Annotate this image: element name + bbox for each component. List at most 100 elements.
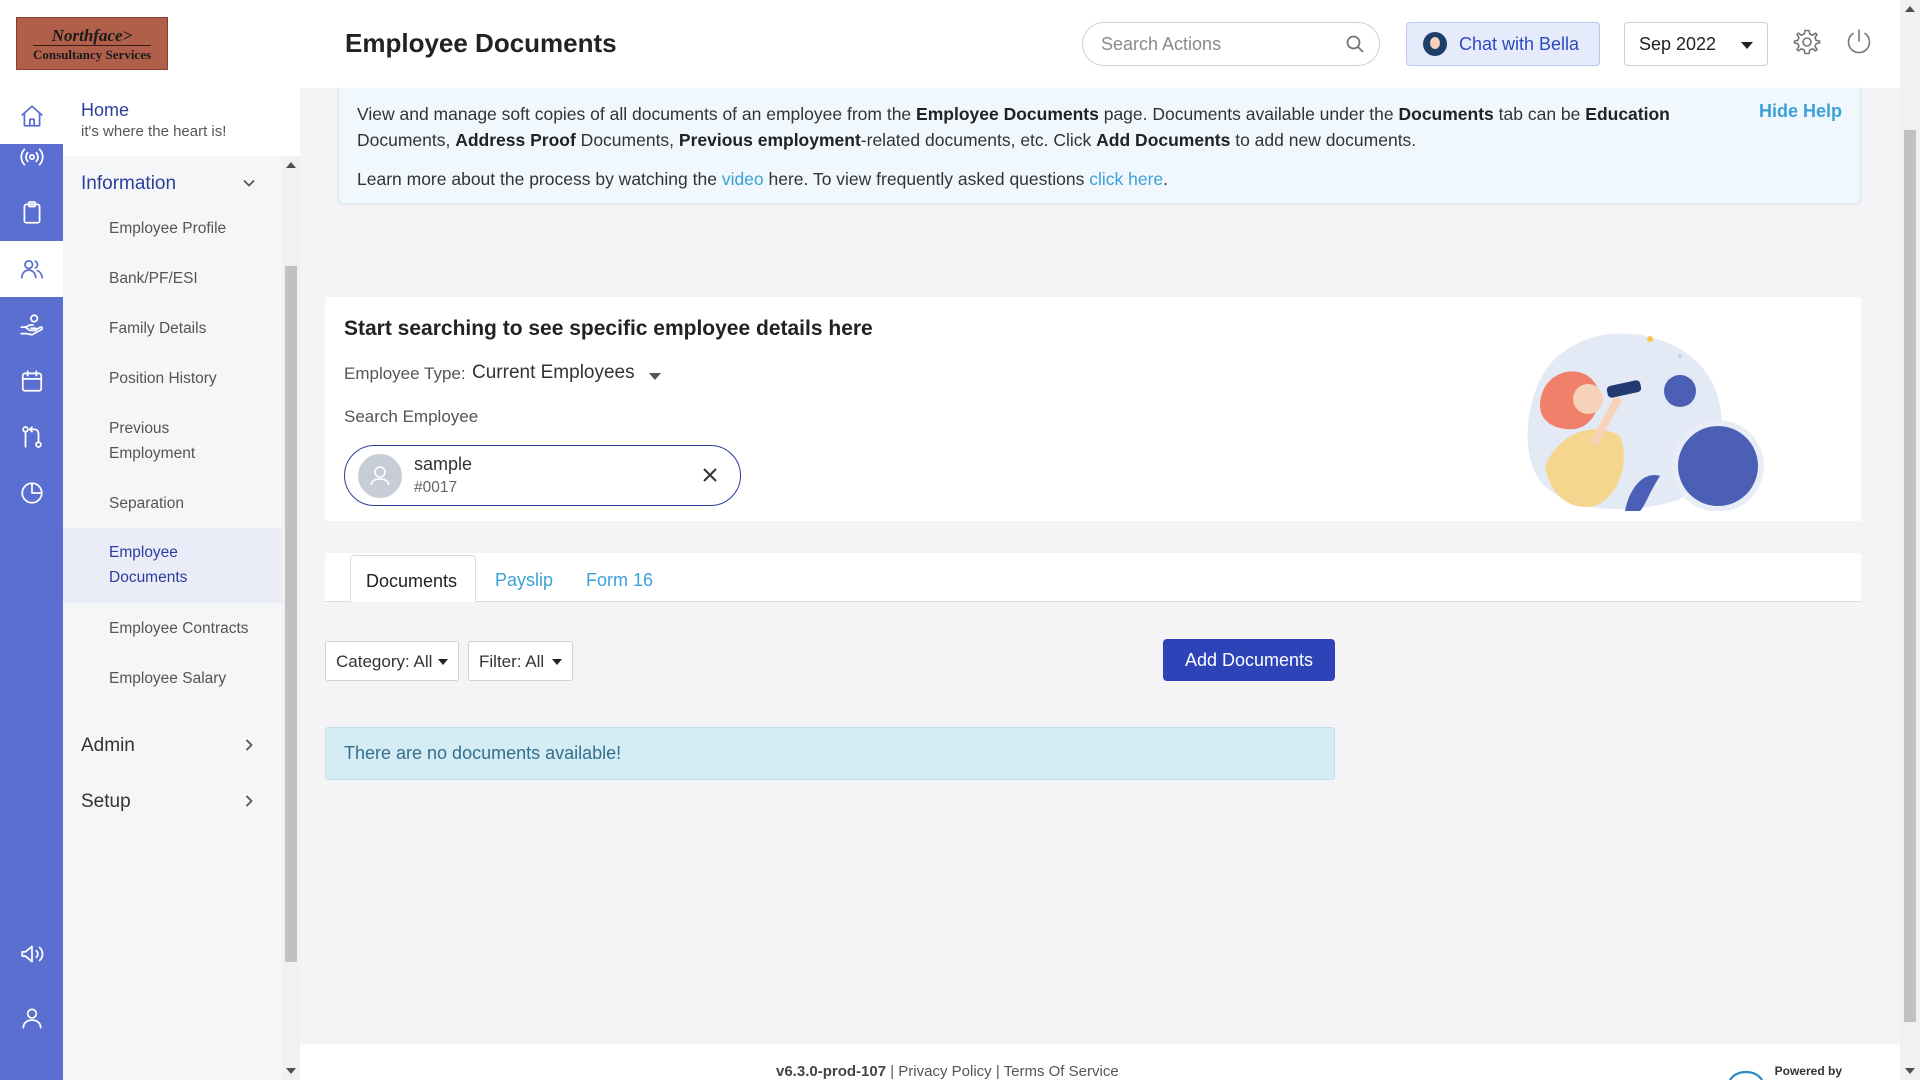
employee-type-label: Employee Type:	[344, 364, 466, 383]
help-banner: View and manage soft copies of all docum…	[338, 88, 1861, 204]
scroll-down-arrow[interactable]	[286, 1068, 296, 1074]
chat-button-label: Chat with Bella	[1459, 33, 1580, 54]
chevron-right-icon[interactable]	[242, 794, 254, 807]
sidebar-section-admin[interactable]: Admin	[81, 735, 135, 757]
rail-calendar[interactable]	[0, 353, 63, 409]
sidebar-item-separation[interactable]: Separation	[63, 491, 282, 516]
sidebar-home[interactable]: Home it's where the heart is!	[63, 88, 300, 156]
month-selector-value: Sep 2022	[1639, 34, 1717, 54]
calendar-icon	[21, 370, 42, 392]
sidebar-home-subtitle: it's where the heart is!	[81, 123, 227, 140]
status-filter[interactable]: Filter: All	[468, 641, 573, 681]
category-filter-value: Category: All	[336, 652, 433, 671]
rail-broadcast[interactable]	[0, 129, 63, 185]
video-link[interactable]: video	[722, 169, 764, 189]
top-header: Employee Documents Chat with Bella Sep 2…	[300, 0, 1900, 88]
app-version: v6.3.0-prod-107	[776, 1063, 887, 1080]
sidebar-item-position-history[interactable]: Position History	[63, 366, 282, 391]
rail-workflow[interactable]	[0, 409, 63, 465]
footer: v6.3.0-prod-107 | Privacy Policy | Terms…	[300, 1044, 1900, 1080]
people-icon	[20, 260, 43, 279]
sidebar-item-bank-pf-esi[interactable]: Bank/PF/ESI	[63, 266, 282, 291]
chevron-right-icon[interactable]	[242, 738, 254, 751]
help-text-line2: Documents, Address Proof Documents, Prev…	[357, 130, 1417, 150]
power-icon[interactable]	[1844, 27, 1874, 57]
employee-search-card: Start searching to see specific employee…	[325, 297, 1861, 521]
rail-people[interactable]	[0, 241, 63, 297]
footer-links: v6.3.0-prod-107 | Privacy Policy | Terms…	[776, 1063, 1119, 1080]
sidebar-item-employee-documents[interactable]: Employee Documents	[63, 528, 282, 603]
user-icon	[21, 1008, 42, 1029]
search-illustration	[1445, 311, 1775, 512]
sidebar-scrollbar-thumb[interactable]	[285, 266, 297, 962]
sidebar-item-employee-contracts[interactable]: Employee Contracts	[63, 616, 282, 641]
search-icon[interactable]	[1345, 34, 1365, 54]
rail-clipboard[interactable]	[0, 185, 63, 241]
page-scrollbar-thumb[interactable]	[1904, 130, 1916, 1022]
company-logo[interactable]: Northface> Consultancy Services	[16, 17, 168, 70]
broadcast-icon	[20, 148, 43, 166]
sidebar-item-employee-profile[interactable]: Employee Profile	[63, 216, 282, 241]
rail-pie-chart[interactable]	[0, 465, 63, 521]
employee-type-dropdown[interactable]: Current Employees	[472, 362, 635, 384]
add-documents-button[interactable]: Add Documents	[1163, 639, 1335, 681]
sidebar-scrollbar[interactable]	[282, 156, 300, 1080]
powered-by-label: Powered by	[1774, 1064, 1842, 1078]
sidebar-section-information[interactable]: Information	[81, 173, 176, 195]
sidebar-item-family-details[interactable]: Family Details	[63, 316, 282, 341]
sidebar-section-setup[interactable]: Setup	[81, 791, 131, 813]
hide-help-link[interactable]: Hide Help	[1759, 101, 1842, 122]
chevron-down-icon[interactable]	[242, 176, 255, 188]
help-text-line1: View and manage soft copies of all docum…	[357, 104, 1670, 124]
tab-documents[interactable]: Documents	[350, 555, 476, 602]
employee-name: sample	[414, 454, 473, 474]
rail-profile[interactable]	[0, 990, 63, 1046]
document-tabs: Documents Payslip Form 16	[325, 553, 1861, 602]
scroll-up-arrow[interactable]	[1905, 6, 1915, 12]
logo-text-line2: Consultancy Services	[32, 44, 152, 62]
sidebar-item-employee-salary[interactable]: Employee Salary	[63, 666, 282, 691]
workflow-icon	[21, 426, 42, 448]
caret-down-icon	[1741, 42, 1753, 49]
sidebar-item-previous-employment[interactable]: Previous Employment	[63, 416, 282, 466]
rail-announcements[interactable]	[0, 926, 63, 982]
help-text-line3: Learn more about the process by watching…	[357, 169, 1169, 189]
status-filter-value: Filter: All	[479, 652, 545, 671]
employee-id: #0017	[414, 479, 458, 496]
megaphone-icon	[20, 945, 43, 963]
scroll-down-arrow[interactable]	[1905, 1068, 1915, 1074]
clipboard-icon	[23, 201, 40, 224]
chat-with-bella-button[interactable]: Chat with Bella	[1406, 22, 1600, 66]
hand-coin-icon	[19, 314, 43, 336]
tab-form-16[interactable]: Form 16	[571, 555, 668, 602]
sidebar-menu: Information Employee Profile Bank/PF/ESI…	[63, 156, 282, 1080]
category-filter[interactable]: Category: All	[325, 641, 459, 681]
cloud-logo-icon	[1722, 1064, 1770, 1080]
privacy-policy-link[interactable]: Privacy Policy	[898, 1063, 991, 1080]
search-actions[interactable]	[1082, 22, 1380, 66]
caret-down-icon[interactable]	[649, 373, 661, 380]
logo-area: Northface> Consultancy Services	[0, 0, 300, 88]
scroll-up-arrow[interactable]	[286, 162, 296, 168]
month-selector[interactable]: Sep 2022	[1624, 22, 1768, 66]
sidebar-home-title[interactable]: Home	[81, 100, 129, 121]
close-icon[interactable]	[700, 465, 720, 485]
footer-separator: |	[995, 1063, 1000, 1080]
faq-link[interactable]: click here	[1089, 169, 1163, 189]
caret-down-icon	[552, 659, 562, 665]
caret-down-icon	[438, 659, 448, 665]
bella-avatar-icon	[1423, 32, 1447, 56]
page-scrollbar[interactable]	[1900, 0, 1920, 1080]
home-icon	[20, 105, 43, 127]
gear-icon[interactable]	[1792, 27, 1822, 57]
search-employee-label: Search Employee	[344, 407, 479, 426]
search-card-title: Start searching to see specific employee…	[344, 317, 873, 340]
terms-of-service-link[interactable]: Terms Of Service	[1004, 1063, 1119, 1080]
rail-hand-coin[interactable]	[0, 297, 63, 353]
logo-text-line1: Northface>	[51, 25, 133, 45]
tab-payslip[interactable]: Payslip	[480, 555, 568, 602]
avatar	[358, 454, 402, 498]
search-input[interactable]	[1101, 23, 1341, 65]
footer-separator: |	[890, 1063, 895, 1080]
selected-employee-chip[interactable]: sample #0017	[344, 445, 741, 506]
